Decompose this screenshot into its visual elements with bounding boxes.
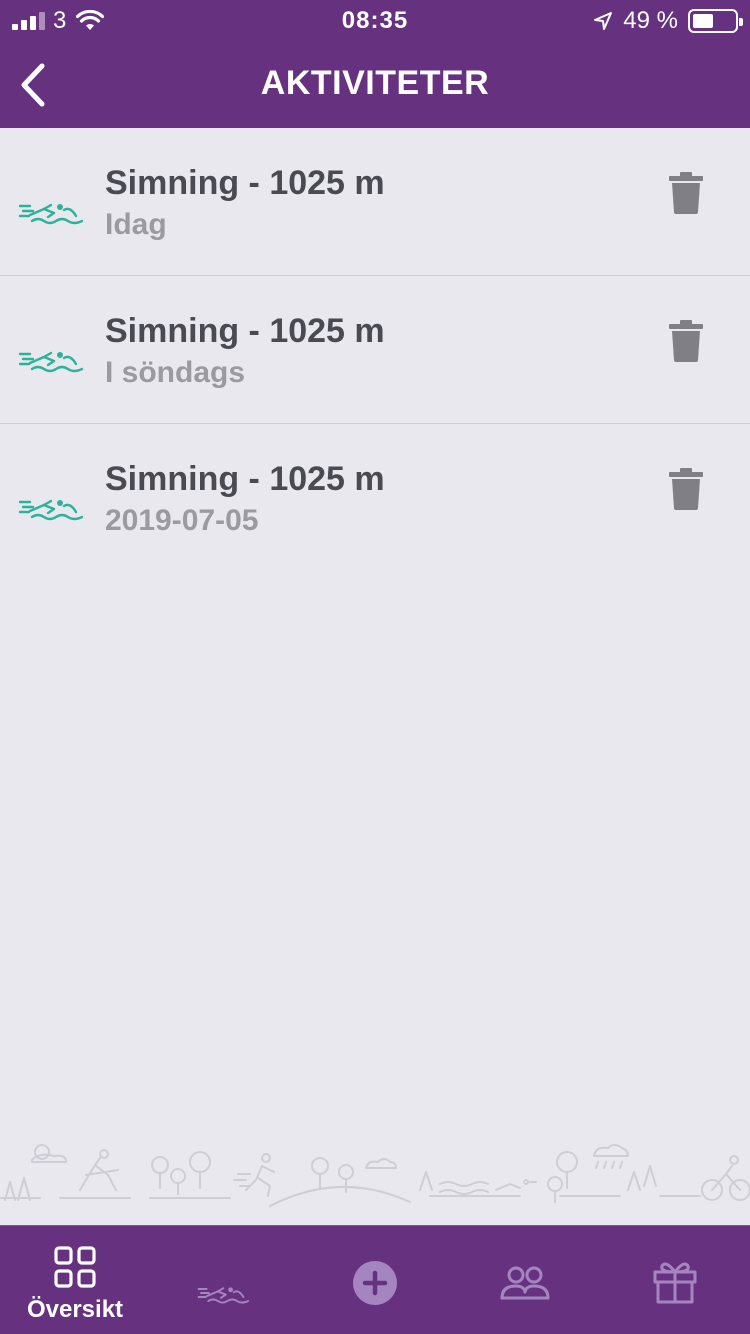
activity-title: Simning - 1025 m: [105, 312, 385, 350]
activity-title: Simning - 1025 m: [105, 460, 385, 498]
trash-icon[interactable]: [668, 172, 704, 214]
landscape-illustration: [0, 1144, 750, 1207]
battery-icon: [688, 9, 743, 33]
status-right: 49 %: [593, 7, 743, 35]
activity-title: Simning - 1025 m: [105, 164, 385, 202]
tab-activities[interactable]: [150, 1226, 300, 1334]
activity-date: 2019-07-05: [105, 504, 259, 537]
tab-overview[interactable]: Översikt: [0, 1226, 150, 1334]
friends-icon: [500, 1266, 550, 1300]
page-title: AKTIVITETER: [260, 64, 490, 102]
activity-row[interactable]: Simning - 1025 m 2019-07-05: [0, 424, 750, 572]
swimming-icon: [197, 1287, 250, 1304]
trash-icon[interactable]: [668, 468, 704, 510]
status-bar: 3 08:35 49 %: [0, 0, 750, 42]
activity-list: Simning - 1025 m Idag Simning - 1025 m I…: [0, 128, 750, 572]
tab-friends[interactable]: [450, 1226, 600, 1334]
tab-overview-label: Översikt: [26, 1296, 124, 1323]
battery-level: [693, 14, 713, 28]
swimming-icon: [18, 351, 84, 373]
swimming-icon: [18, 499, 84, 521]
activity-row[interactable]: Simning - 1025 m Idag: [0, 128, 750, 276]
activity-date: I söndags: [105, 356, 246, 389]
nav-bar: AKTIVITETER: [0, 42, 750, 128]
plus-circle-icon: [353, 1261, 397, 1305]
gift-icon: [653, 1262, 697, 1304]
tab-add-activity[interactable]: [300, 1226, 450, 1334]
activity-date: Idag: [105, 208, 167, 241]
activity-row[interactable]: Simning - 1025 m I söndags: [0, 276, 750, 424]
battery-percent: 49 %: [623, 7, 678, 34]
trash-icon[interactable]: [668, 320, 704, 362]
app-header: 3 08:35 49 % AKTIVITETER: [0, 0, 750, 128]
location-arrow-icon: [594, 12, 613, 30]
tab-rewards[interactable]: [600, 1226, 750, 1334]
swimming-icon: [18, 203, 84, 225]
grid-icon: [54, 1246, 96, 1288]
tab-bar: Översikt: [0, 1225, 750, 1334]
